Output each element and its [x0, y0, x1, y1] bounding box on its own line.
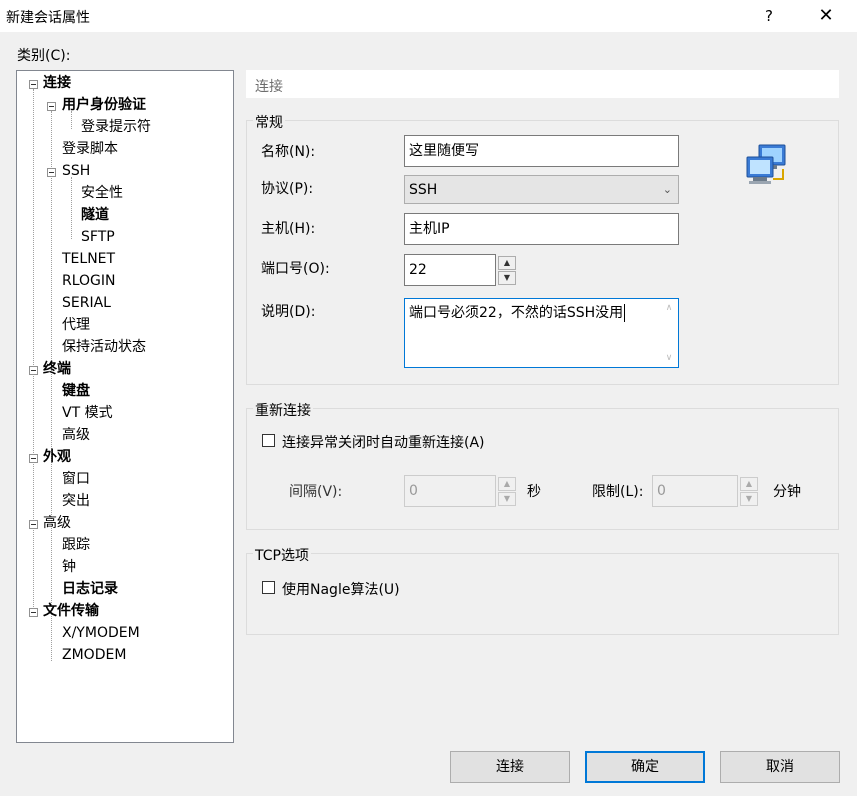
tree-item-sftp[interactable]: SFTP: [81, 226, 115, 248]
tree-item-login-script[interactable]: 登录脚本: [62, 138, 118, 160]
tree-item-serial[interactable]: SERIAL: [62, 292, 111, 314]
tree-item-trace[interactable]: 跟踪: [62, 534, 90, 556]
category-tree[interactable]: 连接 用户身份验证 登录提示符 登录脚本 SSH 安全性 隧道 SFTP TEL…: [16, 70, 234, 743]
description-label: 说明(D):: [261, 304, 316, 320]
window-title: 新建会话属性: [6, 10, 90, 26]
tree-line: [33, 89, 34, 611]
tree-item-keyboard[interactable]: 键盘: [62, 380, 90, 402]
minus-box-icon[interactable]: [29, 80, 38, 89]
tree-item-terminal[interactable]: 终端: [43, 358, 71, 380]
ok-button[interactable]: 确定: [585, 751, 705, 783]
minus-box-icon[interactable]: [29, 520, 38, 529]
tree-item-highlight[interactable]: 突出: [62, 490, 90, 512]
reconnect-group: [246, 408, 839, 530]
tree-item-logging[interactable]: 日志记录: [62, 578, 118, 600]
minus-box-icon[interactable]: [47, 102, 56, 111]
scroll-up-icon[interactable]: ∧: [661, 300, 677, 316]
description-scrollbar[interactable]: ∧ ∨: [661, 300, 677, 366]
spin-down-icon: ▼: [498, 492, 516, 506]
interval-label: 间隔(V):: [289, 484, 343, 500]
reconnect-group-title: 重新连接: [253, 400, 313, 420]
text-caret: [624, 304, 626, 322]
minus-box-icon[interactable]: [47, 168, 56, 177]
tree-item-xymodem[interactable]: X/YMODEM: [62, 622, 140, 644]
port-label: 端口号(O):: [261, 261, 330, 277]
interval-input: 0: [404, 475, 496, 507]
tree-item-tunnel[interactable]: 隧道: [81, 204, 109, 226]
tree-item-user-auth[interactable]: 用户身份验证: [62, 94, 146, 116]
tree-line: [51, 111, 52, 661]
tree-item-security[interactable]: 安全性: [81, 182, 123, 204]
tcp-group-title: TCP选项: [253, 545, 311, 565]
connect-button[interactable]: 连接: [450, 751, 570, 783]
minus-box-icon[interactable]: [29, 608, 38, 617]
tree-item-terminal-advanced[interactable]: 高级: [62, 424, 90, 446]
spin-down-icon[interactable]: ▼: [498, 271, 516, 285]
tree-item-ssh[interactable]: SSH: [62, 160, 90, 182]
port-input[interactable]: 22: [404, 254, 496, 286]
tree-item-window[interactable]: 窗口: [62, 468, 90, 490]
general-group-title: 常规: [253, 112, 285, 132]
limit-label: 限制(L):: [592, 484, 644, 500]
tree-item-zmodem[interactable]: ZMODEM: [62, 644, 126, 666]
tree-line: [71, 177, 72, 239]
auto-reconnect-checkbox[interactable]: [262, 434, 275, 447]
cancel-button[interactable]: 取消: [720, 751, 840, 783]
description-text: 端口号必须22，不然的话SSH没用: [409, 305, 624, 321]
tree-item-rlogin[interactable]: RLOGIN: [62, 270, 116, 292]
host-label: 主机(H):: [261, 221, 316, 237]
interval-unit: 秒: [527, 484, 541, 500]
tree-item-proxy[interactable]: 代理: [62, 314, 90, 336]
limit-input: 0: [652, 475, 738, 507]
protocol-select-value: SSH: [409, 182, 438, 198]
title-bar: 新建会话属性 ? ✕: [0, 0, 857, 32]
minus-box-icon[interactable]: [29, 454, 38, 463]
tree-item-keepalive[interactable]: 保持活动状态: [62, 336, 146, 358]
spin-up-icon: ▲: [498, 477, 516, 491]
tree-item-appearance[interactable]: 外观: [43, 446, 71, 468]
chevron-down-icon: ⌄: [662, 183, 672, 196]
nagle-checkbox[interactable]: [262, 581, 275, 594]
name-field[interactable]: 这里随便写: [404, 135, 679, 167]
category-label: 类别(C):: [17, 48, 71, 64]
spin-up-icon[interactable]: ▲: [498, 256, 516, 270]
name-label: 名称(N):: [261, 144, 316, 160]
network-computers-icon: [746, 144, 786, 184]
auto-reconnect-label[interactable]: 连接异常关闭时自动重新连接(A): [282, 432, 485, 452]
spin-up-icon: ▲: [740, 477, 758, 491]
panel-header: 连接: [246, 70, 839, 98]
tree-item-connection[interactable]: 连接: [43, 72, 71, 94]
interval-stepper: 0 ▲ ▼: [404, 475, 517, 507]
close-button[interactable]: ✕: [812, 4, 840, 28]
tree-item-login-prompt[interactable]: 登录提示符: [81, 116, 151, 138]
tree-item-vt-mode[interactable]: VT 模式: [62, 402, 113, 424]
help-button[interactable]: ?: [758, 4, 780, 28]
tree-item-file-transfer[interactable]: 文件传输: [43, 600, 99, 622]
tree-item-advanced[interactable]: 高级: [43, 512, 71, 534]
nagle-label[interactable]: 使用Nagle算法(U): [282, 579, 400, 599]
scroll-down-icon[interactable]: ∨: [661, 350, 677, 366]
description-field[interactable]: 端口号必须22，不然的话SSH没用 ∧ ∨: [404, 298, 679, 368]
spin-down-icon: ▼: [740, 492, 758, 506]
protocol-select[interactable]: SSH ⌄: [404, 175, 679, 204]
minus-box-icon[interactable]: [29, 366, 38, 375]
port-stepper[interactable]: 22 ▲ ▼: [404, 254, 517, 286]
host-field[interactable]: 主机IP: [404, 213, 679, 245]
limit-stepper: 0 ▲ ▼: [652, 475, 759, 507]
tree-item-clock[interactable]: 钟: [62, 556, 76, 578]
panel-header-title: 连接: [255, 79, 283, 95]
limit-unit: 分钟: [773, 484, 801, 500]
protocol-label: 协议(P):: [261, 181, 314, 197]
tree-item-telnet[interactable]: TELNET: [62, 248, 115, 270]
